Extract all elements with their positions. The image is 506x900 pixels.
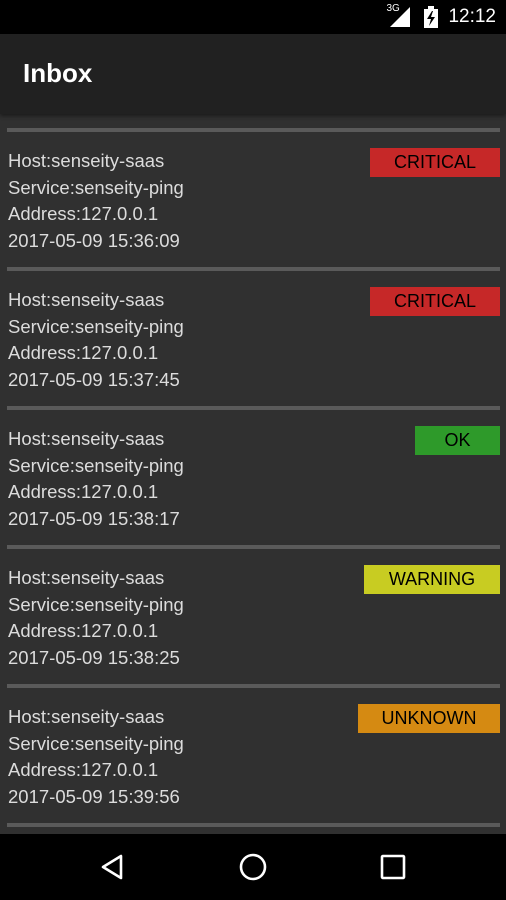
- alert-list-item[interactable]: Host:senseity-saas Service:senseity-ping…: [0, 271, 506, 406]
- alert-address: Address:127.0.0.1: [8, 342, 159, 364]
- alert-host: Host:senseity-saas: [8, 428, 165, 449]
- battery-charging-icon: [424, 6, 439, 28]
- alert-list-item[interactable]: Host:senseity-saas Service:senseity-ping…: [0, 410, 506, 545]
- alert-timestamp: 2017-05-09 15:37:45: [8, 369, 180, 391]
- alert-host: Host:senseity-saas: [8, 706, 165, 727]
- alert-list-item[interactable]: Host:senseity-saas Service:senseity-ping…: [0, 688, 506, 823]
- alert-details: Host:senseity-saas Service:senseity-ping…: [8, 426, 184, 533]
- alert-service: Service:senseity-ping: [8, 315, 184, 337]
- alert-details: Host:senseity-saas Service:senseity-ping…: [8, 565, 184, 672]
- alert-timestamp: 2017-05-09 15:38:17: [8, 508, 180, 530]
- status-badge: OK: [415, 426, 500, 455]
- home-button[interactable]: [236, 850, 270, 884]
- alert-address: Address:127.0.0.1: [8, 203, 159, 225]
- network-type-label: 3G: [386, 3, 400, 14]
- back-button[interactable]: [96, 850, 130, 884]
- alert-service: Service:senseity-ping: [8, 593, 184, 615]
- status-badge: CRITICAL: [370, 287, 500, 316]
- back-icon: [101, 854, 123, 880]
- alert-address: Address:127.0.0.1: [8, 481, 159, 503]
- alert-address: Address:127.0.0.1: [8, 620, 159, 642]
- alert-timestamp: 2017-05-09 15:39:56: [8, 786, 180, 808]
- clock: 12:12: [448, 6, 496, 27]
- recents-icon: [380, 854, 406, 880]
- signal-indicator: 3G: [386, 3, 414, 28]
- navigation-bar: [0, 834, 506, 900]
- alert-details: Host:senseity-saas Service:senseity-ping…: [8, 287, 184, 394]
- app-bar: Inbox: [0, 34, 506, 114]
- alert-list-item[interactable]: Host:senseity-saas Service:senseity-ping…: [0, 549, 506, 684]
- alert-service: Service:senseity-ping: [8, 454, 184, 476]
- alert-address: Address:127.0.0.1: [8, 759, 159, 781]
- status-badge: WARNING: [364, 565, 500, 594]
- alert-host: Host:senseity-saas: [8, 150, 165, 171]
- status-bar: 3G 12:12: [0, 0, 506, 34]
- alert-service: Service:senseity-ping: [8, 732, 184, 754]
- alert-list[interactable]: Host:senseity-saas Service:senseity-ping…: [0, 114, 506, 834]
- status-badge: CRITICAL: [370, 148, 500, 177]
- status-icons: 3G 12:12: [386, 3, 496, 28]
- alert-timestamp: 2017-05-09 15:36:09: [8, 230, 180, 252]
- recents-button[interactable]: [376, 850, 410, 884]
- alert-host: Host:senseity-saas: [8, 567, 165, 588]
- status-badge: UNKNOWN: [358, 704, 500, 733]
- alert-timestamp: 2017-05-09 15:38:25: [8, 647, 180, 669]
- home-icon: [239, 853, 267, 881]
- alert-details: Host:senseity-saas Service:senseity-ping…: [8, 148, 184, 255]
- page-title: Inbox: [23, 58, 93, 88]
- alert-service: Service:senseity-ping: [8, 176, 184, 198]
- alert-list-item[interactable]: Host:senseity-saas Service:senseity-ping…: [0, 132, 506, 267]
- alert-details: Host:senseity-saas Service:senseity-ping…: [8, 704, 184, 811]
- alert-host: Host:senseity-saas: [8, 289, 165, 310]
- list-divider: [7, 823, 500, 827]
